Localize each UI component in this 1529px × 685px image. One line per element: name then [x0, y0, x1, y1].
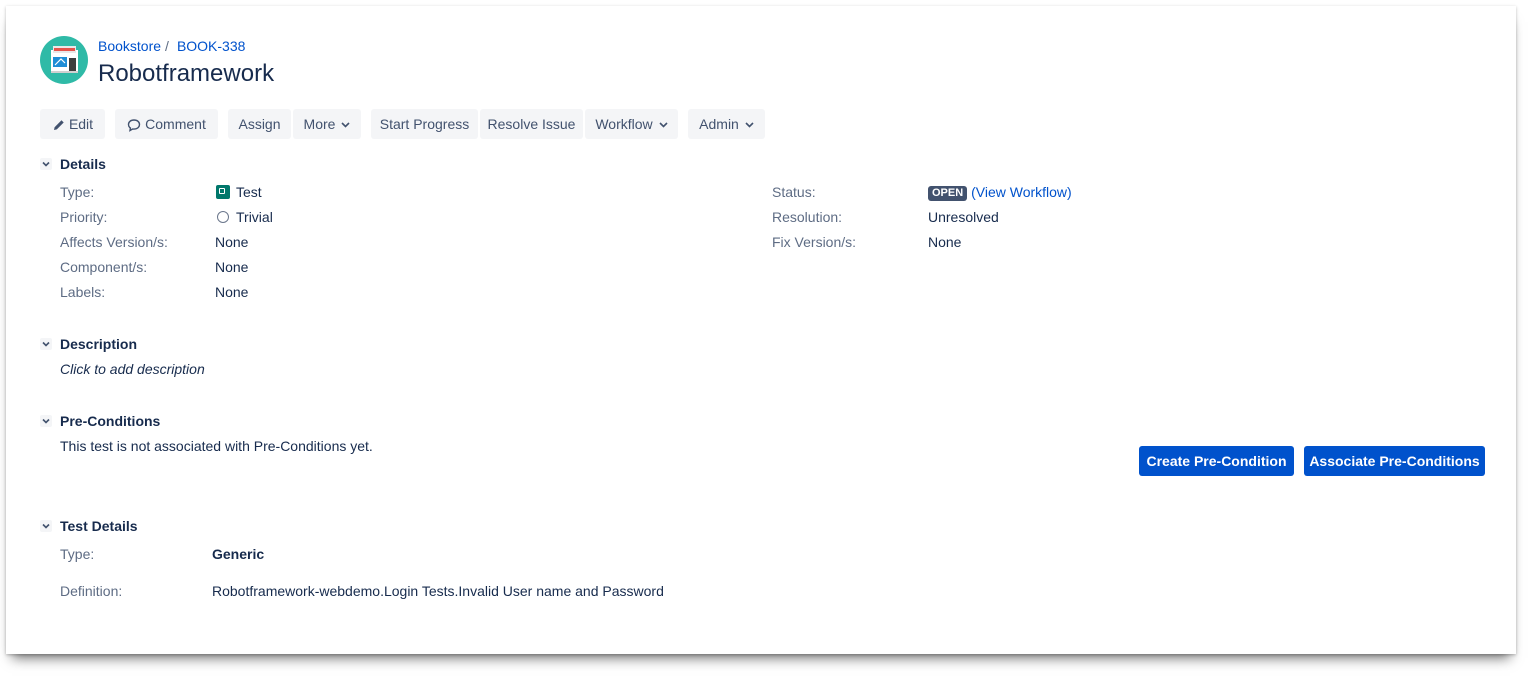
fix-version-label: Fix Version/s: — [772, 234, 857, 250]
edit-button[interactable]: Edit — [40, 109, 105, 139]
chevron-down-icon — [40, 415, 52, 427]
affects-version-label: Affects Version/s: — [60, 234, 168, 250]
labels-label: Labels: — [60, 284, 106, 300]
description-heading: Description — [60, 336, 138, 352]
type-value-text: Test — [236, 184, 262, 200]
priority-trivial-icon — [217, 211, 229, 223]
type-value: Test — [216, 184, 262, 200]
priority-label: Priority: — [60, 209, 108, 225]
issue-view: Bookstore / BOOK-338 Robotframework Edit C… — [6, 6, 1516, 654]
components-label: Component/s: — [60, 259, 148, 275]
comment-button[interactable]: Comment — [115, 109, 218, 139]
preconditions-section-toggle[interactable]: Pre-Conditions — [40, 413, 160, 429]
affects-version-value[interactable]: None — [215, 234, 248, 250]
chevron-down-icon — [40, 158, 52, 170]
fix-version-value[interactable]: None — [928, 234, 961, 250]
chevron-down-icon — [40, 338, 52, 350]
labels-value[interactable]: None — [215, 284, 248, 300]
associate-preconditions-button[interactable]: Associate Pre-Conditions — [1304, 446, 1485, 476]
breadcrumb-issue-key-link[interactable]: BOOK-338 — [177, 38, 245, 54]
assign-button[interactable]: Assign — [228, 109, 291, 139]
priority-value-text: Trivial — [236, 209, 273, 225]
test-type-value: Generic — [212, 546, 265, 562]
resolution-label: Resolution: — [772, 209, 843, 225]
admin-label: Admin — [699, 116, 739, 132]
test-type-label: Type: — [60, 546, 95, 562]
type-label: Type: — [60, 184, 95, 200]
priority-value: Trivial — [217, 209, 273, 225]
bookstore-icon — [51, 46, 78, 73]
comment-label: Comment — [145, 116, 206, 132]
chevron-down-icon — [341, 122, 351, 128]
test-details-heading: Test Details — [60, 518, 138, 534]
status-badge: OPEN — [928, 186, 968, 201]
breadcrumb-separator: / — [165, 38, 169, 54]
components-value[interactable]: None — [215, 259, 248, 275]
description-field[interactable]: Click to add description — [60, 361, 205, 377]
status-label: Status: — [772, 184, 816, 200]
description-section-toggle[interactable]: Description — [40, 336, 137, 352]
create-precondition-button[interactable]: Create Pre-Condition — [1139, 446, 1294, 476]
resolution-value: Unresolved — [928, 209, 999, 225]
definition-label: Definition: — [60, 583, 123, 599]
definition-value: Robotframework-webdemo.Login Tests.Inval… — [212, 583, 664, 599]
view-workflow-close-paren: ) — [1067, 184, 1072, 200]
admin-button[interactable]: Admin — [688, 109, 765, 139]
details-heading: Details — [60, 156, 106, 172]
pencil-icon — [53, 120, 64, 131]
chevron-down-icon — [745, 122, 754, 128]
issue-title[interactable]: Robotframework — [98, 60, 274, 88]
edit-label: Edit — [68, 116, 94, 132]
start-progress-button[interactable]: Start Progress — [371, 109, 478, 139]
details-section-toggle[interactable]: Details — [40, 156, 106, 172]
status-value: OPEN (View Workflow) — [928, 184, 1072, 201]
view-workflow-link[interactable]: View Workflow — [976, 184, 1067, 200]
test-type-icon — [216, 185, 230, 199]
more-label: More — [303, 116, 336, 132]
comment-icon — [127, 119, 141, 133]
project-avatar[interactable] — [40, 36, 88, 84]
workflow-button[interactable]: Workflow — [585, 109, 678, 139]
test-details-section-toggle[interactable]: Test Details — [40, 518, 138, 534]
resolve-issue-button[interactable]: Resolve Issue — [480, 109, 583, 139]
workflow-label: Workflow — [595, 116, 653, 132]
breadcrumb-project-link[interactable]: Bookstore — [98, 38, 161, 54]
breadcrumb: Bookstore / BOOK-338 — [98, 38, 245, 54]
chevron-down-icon — [40, 520, 52, 532]
chevron-down-icon — [659, 122, 668, 128]
more-button[interactable]: More — [293, 109, 361, 139]
preconditions-message: This test is not associated with Pre-Con… — [60, 438, 373, 454]
preconditions-heading: Pre-Conditions — [60, 413, 161, 429]
